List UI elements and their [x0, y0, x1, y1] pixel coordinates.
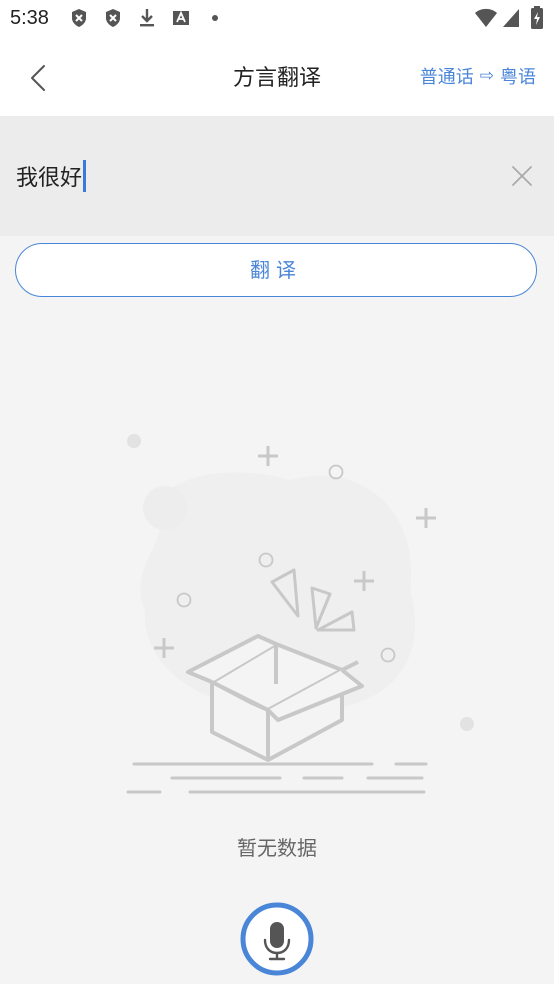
battery-charging-icon — [530, 6, 544, 34]
arrow-right-icon: ⇨ — [479, 66, 494, 86]
input-value: 我很好 — [16, 166, 83, 191]
text-input-area[interactable]: 我很好 — [0, 116, 554, 236]
status-time: 5:38 — [10, 7, 49, 29]
notification-dot-icon — [212, 15, 218, 21]
download-icon — [138, 8, 156, 32]
wifi-icon — [474, 8, 498, 32]
empty-box-icon — [100, 420, 480, 810]
status-bar: 5:38 — [0, 0, 554, 36]
language-switch[interactable]: 普通话 ⇨ 粤语 — [420, 63, 536, 89]
source-language: 普通话 — [419, 67, 474, 88]
signal-icon — [502, 8, 520, 32]
close-icon — [512, 166, 532, 186]
microphone-icon — [240, 902, 314, 976]
font-icon — [172, 8, 190, 32]
header: 方言翻译 普通话 ⇨ 粤语 — [0, 36, 554, 116]
text-input[interactable]: 我很好 — [16, 160, 87, 192]
empty-state-text: 暂无数据 — [237, 836, 317, 860]
clear-button[interactable] — [510, 164, 534, 188]
translate-button[interactable]: 翻译 — [15, 243, 537, 297]
shield-x-icon — [70, 8, 88, 32]
target-language: 粤语 — [500, 67, 536, 88]
shield-x-icon — [104, 8, 122, 32]
voice-input-button[interactable] — [240, 902, 314, 976]
text-caret — [83, 160, 87, 192]
